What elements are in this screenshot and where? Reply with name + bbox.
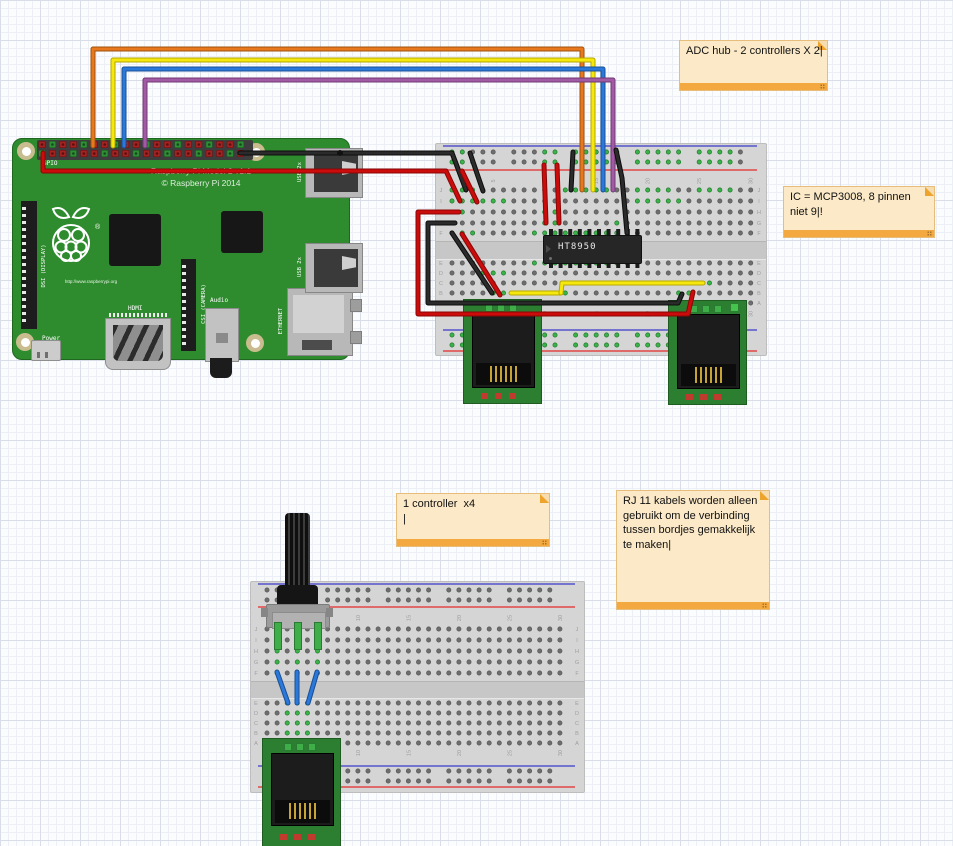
- usb-controller-chip: [221, 211, 263, 253]
- mounting-hole: [17, 142, 35, 160]
- rj11-jack: [677, 314, 740, 389]
- hdmi-label: HDMI: [128, 305, 142, 312]
- potentiometer-leg: [294, 622, 302, 650]
- note-resize-grip[interactable]: [542, 540, 547, 545]
- note-adc-hub[interactable]: ADC hub - 2 controllers X 2|: [679, 40, 828, 91]
- power-connector: [31, 340, 61, 361]
- pi-title: Raspberry Pi Model 2 v1.1: [91, 166, 311, 176]
- note-text[interactable]: ADC hub - 2 controllers X 2|: [686, 44, 823, 82]
- rj11-module-bottom[interactable]: [262, 738, 341, 846]
- soc-chip: [109, 214, 161, 266]
- fritzing-canvas[interactable]: GPIO Raspberry Pi Model 2 v1.1 © Raspber…: [0, 0, 953, 846]
- ic-pin1-dot: [549, 257, 552, 260]
- audio-port: [205, 308, 239, 362]
- ethernet-tab: [350, 331, 362, 344]
- note-controller[interactable]: 1 controller x4 |: [396, 493, 550, 547]
- rj11-jack: [271, 753, 334, 826]
- note-resize-grip[interactable]: [762, 603, 767, 608]
- raspberry-pi-board[interactable]: GPIO Raspberry Pi Model 2 v1.1 © Raspber…: [12, 138, 350, 360]
- note-rj11-kabels[interactable]: RJ 11 kabels worden alleen gebruikt om d…: [616, 490, 770, 610]
- rj11-module-left[interactable]: [463, 299, 542, 404]
- note-text[interactable]: RJ 11 kabels worden alleen gebruikt om d…: [623, 494, 765, 601]
- breadboard-channel: [251, 681, 584, 699]
- potentiometer-leg: [314, 622, 322, 650]
- ic-label: HT8950: [558, 242, 597, 252]
- hdmi-port: [105, 318, 171, 370]
- dsi-connector: [21, 201, 37, 329]
- note-strip: [784, 230, 934, 237]
- note-text[interactable]: 1 controller x4 |: [403, 497, 545, 538]
- csi-connector: [181, 259, 196, 351]
- note-strip: [617, 602, 769, 609]
- potentiometer-leg: [274, 622, 282, 650]
- ethernet-label: ETHERNET: [278, 308, 284, 335]
- raspberry-logo-icon: ®: [49, 203, 105, 277]
- ethernet-port: [287, 288, 353, 356]
- note-resize-grip[interactable]: [927, 231, 932, 236]
- pi-website: http://www.raspberrypi.org: [51, 279, 131, 284]
- svg-text:®: ®: [95, 223, 101, 231]
- audio-label: Audio: [210, 297, 228, 304]
- usb-port-top: [305, 148, 363, 198]
- rj11-jack: [472, 313, 535, 388]
- hdmi-ridge: [109, 313, 169, 317]
- ic-chip[interactable]: HT8950: [543, 235, 642, 264]
- rj11-led-pad: [731, 304, 738, 311]
- note-ic-mcp3008[interactable]: IC = MCP3008, 8 pinnen niet 9|!: [783, 186, 935, 238]
- usb-port-bottom: [305, 243, 363, 293]
- note-strip: [397, 539, 549, 546]
- dsi-label: DSI (DISPLAY): [41, 244, 47, 287]
- note-resize-grip[interactable]: [820, 84, 825, 89]
- gpio-header[interactable]: [37, 140, 253, 160]
- note-strip: [680, 83, 827, 90]
- audio-jack: [210, 358, 232, 378]
- ic-notch: [546, 245, 551, 253]
- ethernet-tab: [350, 299, 362, 312]
- potentiometer-shaft: [285, 513, 310, 591]
- usb-bottom-label: USB 2x: [297, 257, 303, 277]
- mounting-hole: [246, 334, 264, 352]
- pi-copyright: © Raspberry Pi 2014: [91, 178, 311, 188]
- usb-top-label: USB 2x: [297, 162, 303, 182]
- gpio-label: GPIO: [43, 160, 57, 167]
- rj11-module-right[interactable]: [668, 300, 747, 405]
- note-text[interactable]: IC = MCP3008, 8 pinnen niet 9|!: [790, 190, 930, 229]
- potentiometer[interactable]: [260, 513, 330, 653]
